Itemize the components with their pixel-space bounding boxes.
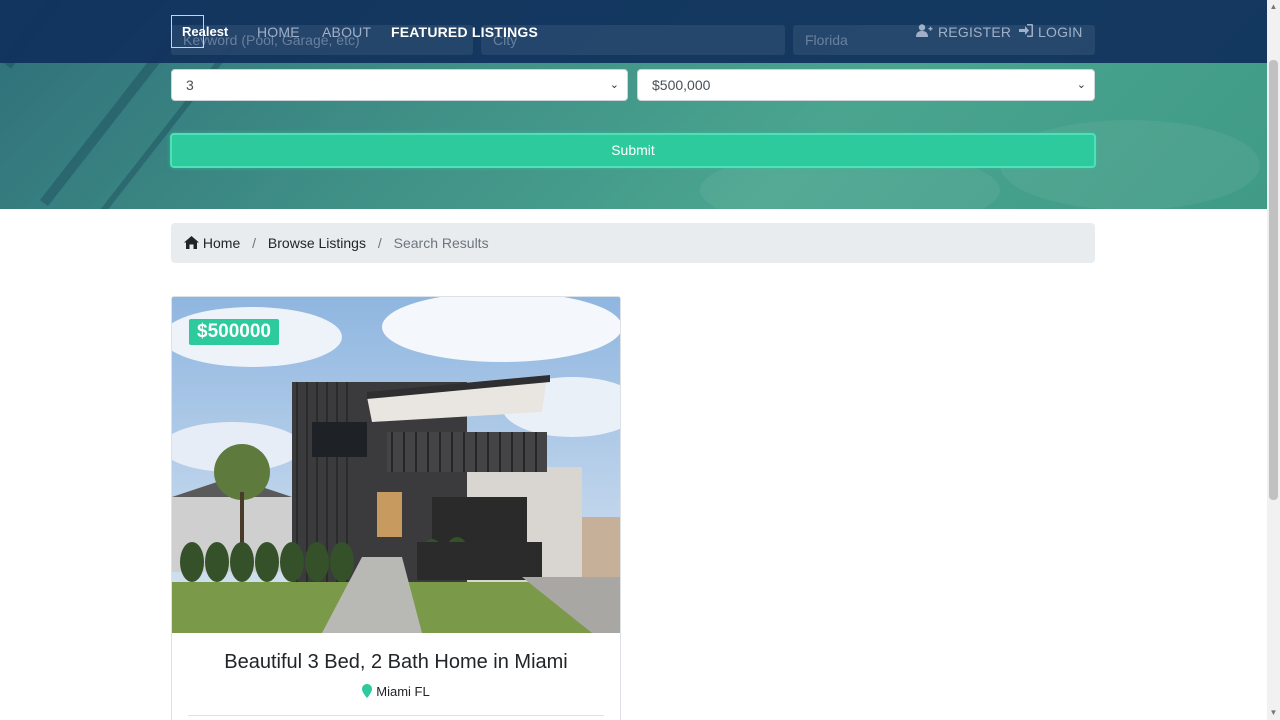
scroll-down-icon[interactable]: ▼ xyxy=(1269,708,1278,718)
breadcrumb: Home / Browse Listings / Search Results xyxy=(171,223,1095,263)
user-plus-icon xyxy=(916,24,933,40)
card-divider xyxy=(188,715,604,716)
navbar: Keyword (Pool, Garage, etc) City Florida… xyxy=(0,0,1267,63)
brand-name[interactable]: Realest xyxy=(182,24,228,39)
sign-in-icon xyxy=(1019,24,1033,40)
breadcrumb-browse-listings[interactable]: Browse Listings xyxy=(268,235,366,251)
breadcrumb-separator: / xyxy=(377,235,382,251)
listing-photo[interactable]: $500000 xyxy=(172,297,620,633)
scroll-up-icon[interactable]: ▲ xyxy=(1269,2,1278,12)
submit-button[interactable]: Submit xyxy=(170,133,1096,168)
price-select[interactable]: $500,000 ⌄ xyxy=(637,69,1095,101)
listing-location: Miami FL xyxy=(172,684,620,701)
nav-featured-listings[interactable]: FEATURED LISTINGS xyxy=(391,24,538,40)
listing-card[interactable]: $500000 Beautiful 3 Bed, 2 Bath Home in … xyxy=(171,296,621,720)
breadcrumb-home[interactable]: Home xyxy=(184,235,244,251)
bedrooms-select[interactable]: 3 ⌄ xyxy=(171,69,628,101)
price-badge: $500000 xyxy=(189,319,279,345)
nav-home[interactable]: HOME xyxy=(257,24,300,40)
breadcrumb-current: Search Results xyxy=(393,235,489,251)
nav-login[interactable]: LOGIN xyxy=(1019,24,1083,40)
breadcrumb-separator: / xyxy=(252,235,257,251)
map-marker-icon xyxy=(362,684,373,701)
chevron-down-icon: ⌄ xyxy=(1076,79,1086,91)
page-scrollbar[interactable]: ▲ ▼ xyxy=(1267,0,1280,720)
listing-title[interactable]: Beautiful 3 Bed, 2 Bath Home in Miami xyxy=(172,651,620,674)
nav-register[interactable]: REGISTER xyxy=(916,24,1011,40)
home-icon xyxy=(184,236,199,249)
scrollbar-thumb[interactable] xyxy=(1269,60,1278,500)
nav-about[interactable]: ABOUT xyxy=(322,24,371,40)
chevron-down-icon: ⌄ xyxy=(609,79,619,91)
